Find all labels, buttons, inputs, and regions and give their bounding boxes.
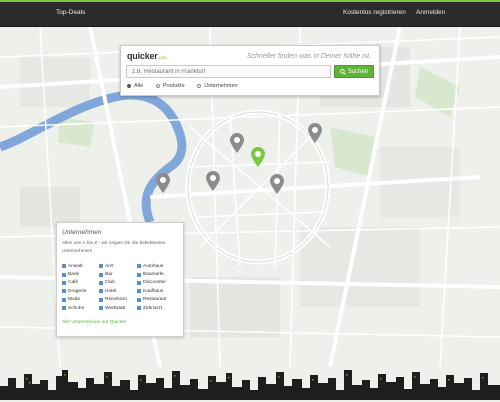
category-label: Bank: [68, 272, 79, 278]
category-label: Kaufhaus: [143, 288, 164, 294]
category-label: Bar: [105, 272, 113, 278]
category-link[interactable]: Discounter: [137, 279, 166, 287]
category-label: Hotel: [105, 288, 117, 294]
search-button[interactable]: Suchen: [334, 65, 374, 78]
directory-title: Unternehmen: [62, 229, 102, 236]
category-link[interactable]: Bar: [99, 270, 127, 278]
logo-suffix: .com: [157, 55, 167, 60]
building-icon: [62, 297, 66, 302]
category-label: Café: [68, 280, 79, 286]
login-link[interactable]: Anmelden: [416, 9, 445, 16]
building-icon: [137, 297, 141, 302]
category-label: Discounter: [143, 280, 166, 286]
radio-dot: [155, 84, 160, 88]
building-icon: [137, 272, 141, 277]
filter-radio-all[interactable]: Alle: [127, 83, 143, 89]
building-icon: [99, 272, 103, 277]
category-column: Autohaus Baumarkt Discounter Kaufhaus Re…: [137, 262, 166, 312]
building-icon: [137, 264, 141, 269]
building-icon: [62, 272, 66, 277]
search-input[interactable]: [126, 65, 331, 78]
category-link[interactable]: Baumarkt: [137, 270, 166, 278]
category-link[interactable]: Café: [62, 279, 86, 287]
radio-dot: [127, 84, 131, 88]
building-icon: [137, 306, 141, 311]
category-link[interactable]: Arzt: [99, 262, 127, 270]
building-icon: [137, 289, 141, 294]
radio-dot: [197, 84, 202, 88]
category-link[interactable]: Club: [99, 279, 127, 287]
map-pin[interactable]: [308, 123, 322, 143]
search-icon: [339, 68, 346, 75]
map-pin[interactable]: [230, 133, 244, 153]
search-filter-group: Alle Produkte Unternehmen: [127, 83, 249, 90]
category-link[interactable]: Bank: [62, 270, 86, 278]
building-icon: [99, 306, 103, 311]
building-icon: [62, 289, 66, 294]
category-label: Zahnarzt: [143, 305, 162, 311]
building-icon: [99, 280, 103, 285]
building-icon: [62, 306, 66, 311]
category-link[interactable]: Reisebüro: [99, 296, 127, 304]
search-panel: quicker.com Schneller finden was in Dein…: [120, 45, 380, 96]
category-column: Anwalt Bank Café Drogerie Mode Schuhe: [62, 262, 86, 312]
category-label: Reisebüro: [105, 297, 127, 303]
search-button-label: Suchen: [347, 68, 369, 75]
filter-label: Produkte: [162, 83, 185, 89]
category-link[interactable]: Kaufhaus: [137, 287, 166, 295]
building-icon: [99, 264, 103, 269]
city-skyline-footer: [0, 366, 500, 400]
category-link[interactable]: Hotel: [99, 287, 127, 295]
category-label: Drogerie: [68, 288, 87, 294]
quicker-logo[interactable]: quicker.com: [127, 51, 167, 61]
building-icon: [137, 280, 141, 285]
category-link[interactable]: Drogerie: [62, 287, 86, 295]
category-label: Mode: [68, 297, 80, 303]
category-label: Arzt: [105, 263, 114, 269]
map-pin[interactable]: [206, 171, 220, 191]
building-icon: [62, 264, 66, 269]
category-label: Restaurant: [143, 297, 167, 303]
filter-label: Alle: [134, 83, 144, 89]
top-deals-link[interactable]: Top-Deals: [56, 9, 85, 16]
building-icon: [99, 289, 103, 294]
category-label: Schuhe: [68, 305, 85, 311]
map-pin[interactable]: [156, 173, 170, 193]
map-pin-highlighted[interactable]: [251, 147, 265, 167]
category-link[interactable]: Restaurant: [137, 296, 166, 304]
category-label: Werkstatt: [105, 305, 126, 311]
category-link[interactable]: Schuhe: [62, 304, 86, 312]
category-label: Baumarkt: [143, 272, 164, 278]
category-link[interactable]: Werkstatt: [99, 304, 127, 312]
map-pin[interactable]: [270, 174, 284, 194]
category-link[interactable]: Mode: [62, 296, 86, 304]
building-icon: [62, 280, 66, 285]
category-label: Anwalt: [68, 263, 83, 269]
skyline-graphic: [0, 370, 500, 400]
logo-text: quicker: [127, 51, 158, 61]
company-directory-panel: Unternehmen Alles von A bis Z - wir zeig…: [56, 222, 184, 337]
building-icon: [99, 297, 103, 302]
tagline: Schneller finden was in Deiner Nähe ist.: [246, 53, 371, 60]
filter-label: Unternehmen: [204, 83, 238, 89]
filter-radio-companies[interactable]: Unternehmen: [197, 83, 238, 89]
filter-radio-products[interactable]: Produkte: [155, 83, 185, 89]
category-link[interactable]: Anwalt: [62, 262, 86, 270]
top-navigation-bar: Top-Deals Kostenlos registrieren Anmelde…: [0, 2, 500, 27]
category-column: Arzt Bar Club Hotel Reisebüro Werkstatt: [99, 262, 127, 312]
category-label: Autohaus: [143, 263, 164, 269]
register-link[interactable]: Kostenlos registrieren: [343, 9, 406, 16]
category-label: Club: [105, 280, 115, 286]
category-link[interactable]: Autohaus: [137, 262, 166, 270]
directory-description: Alles von A bis Z - wir zeigen Dir die b…: [62, 241, 166, 254]
all-companies-link[interactable]: Alle Unternehmen auf Quicker: [62, 320, 126, 325]
category-link[interactable]: Zahnarzt: [137, 304, 166, 312]
